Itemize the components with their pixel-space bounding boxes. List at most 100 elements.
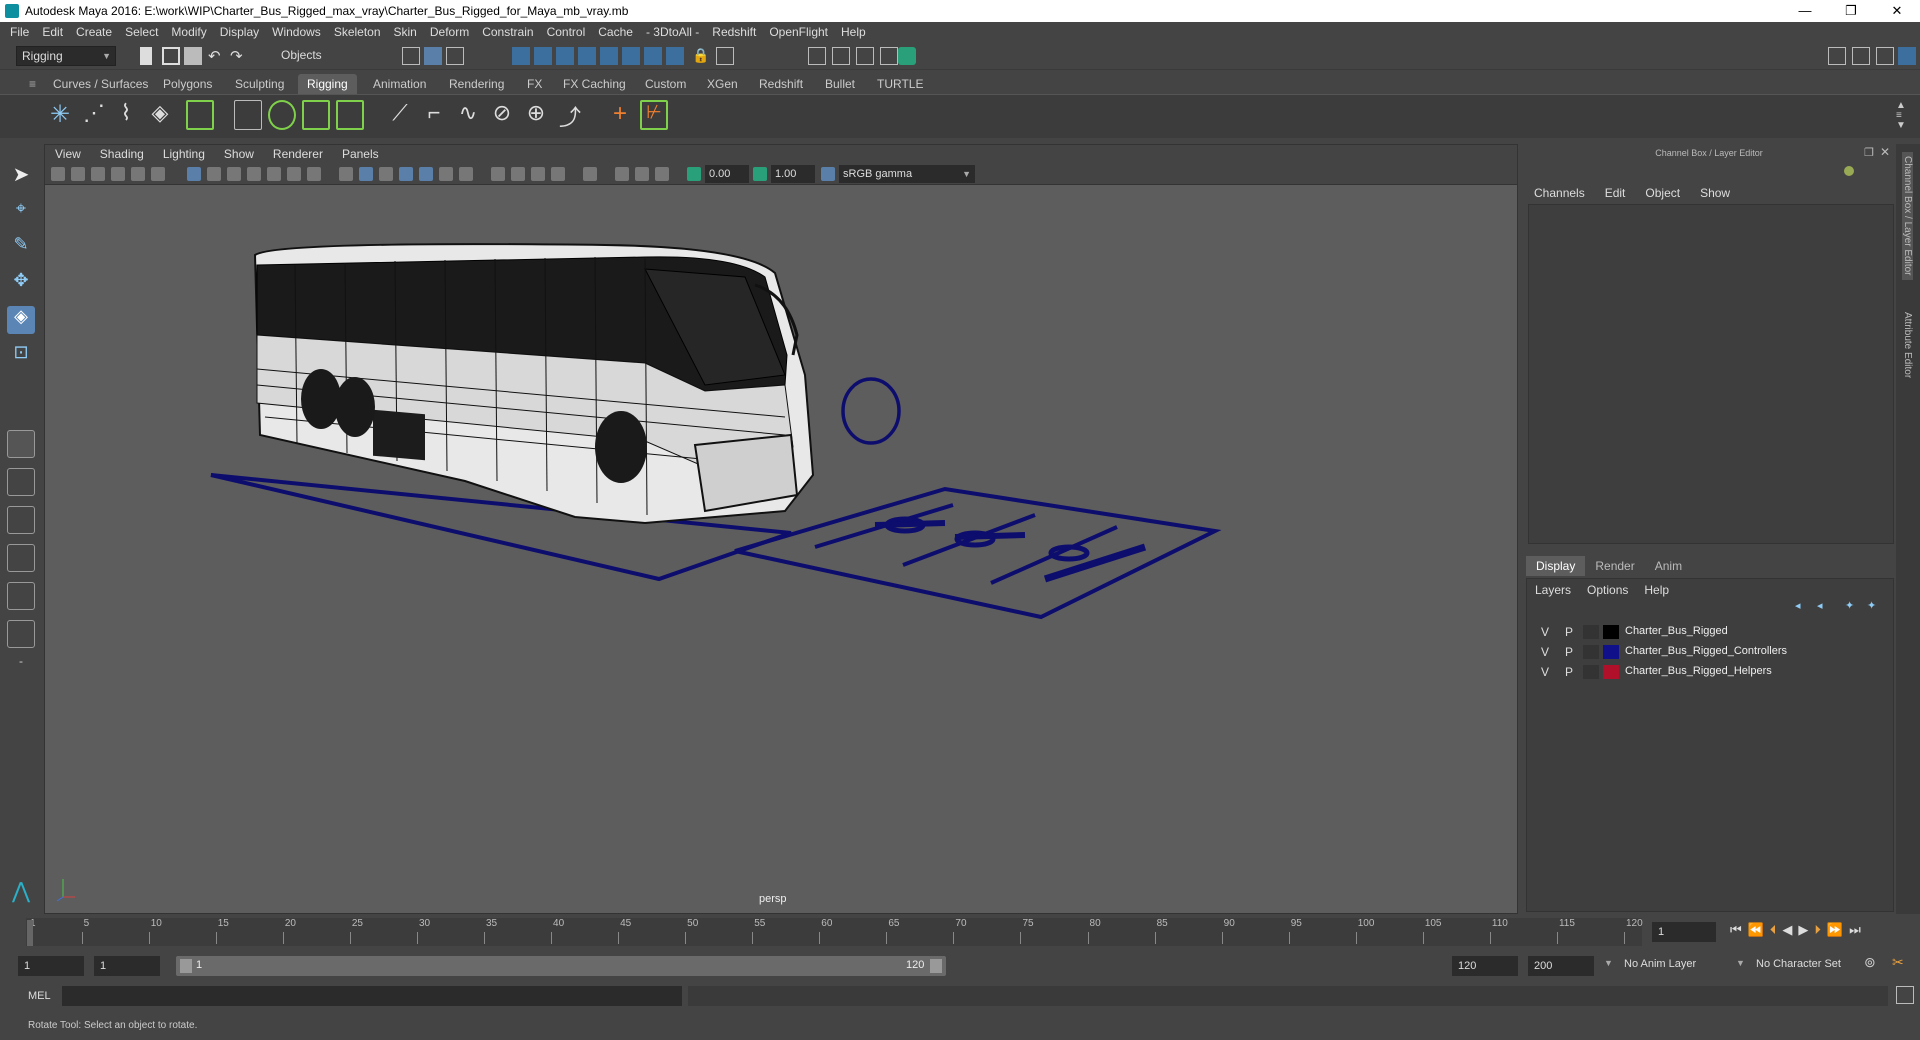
field-chart-icon[interactable]: [267, 167, 281, 181]
menu-redshift[interactable]: Redshift: [712, 25, 756, 39]
tab-xgen[interactable]: XGen: [698, 74, 747, 94]
menu-control[interactable]: Control: [547, 25, 586, 39]
safe-action-icon[interactable]: [287, 167, 301, 181]
tab-fx[interactable]: FX: [518, 74, 551, 94]
menu-skeleton[interactable]: Skeleton: [334, 25, 381, 39]
new-scene-icon[interactable]: [140, 47, 152, 65]
channel-list[interactable]: [1528, 204, 1894, 544]
parent-constraint-icon[interactable]: ⊬: [640, 100, 668, 130]
side-tab-attribute-editor[interactable]: Attribute Editor: [1902, 312, 1913, 378]
menu-constrain[interactable]: Constrain: [482, 25, 533, 39]
edit-menu[interactable]: Edit: [1605, 186, 1626, 200]
tab-sculpting[interactable]: Sculpting: [226, 74, 293, 94]
viewport-menu-shading[interactable]: Shading: [100, 147, 144, 161]
smooth-shade-icon[interactable]: [359, 167, 373, 181]
resolution-gate-icon[interactable]: [227, 167, 241, 181]
new-layer-icon[interactable]: ✦: [1845, 599, 1854, 612]
point-constraint-icon[interactable]: +: [606, 100, 634, 130]
layer-row[interactable]: V P Charter_Bus_Rigged_Helpers: [1533, 663, 1893, 681]
input-output-icon[interactable]: [716, 47, 734, 65]
go-to-end-icon[interactable]: ⏭: [1849, 922, 1861, 938]
snap-grid-icon[interactable]: [512, 47, 530, 65]
menu-cache[interactable]: Cache: [598, 25, 633, 39]
select-hierarchy-icon[interactable]: [402, 47, 420, 65]
go-to-start-icon[interactable]: ⏮: [1730, 922, 1742, 938]
layer-playback-toggle[interactable]: P: [1565, 625, 1573, 639]
persp-outliner-layout-icon[interactable]: [7, 506, 35, 534]
menu-display[interactable]: Display: [220, 25, 259, 39]
paint-select-icon[interactable]: ✎: [7, 234, 35, 262]
lasso-tool-icon[interactable]: ⌖: [7, 198, 35, 226]
layer-display-type[interactable]: [1583, 665, 1599, 679]
bind-skin-icon[interactable]: ⟋: [386, 100, 414, 130]
toggle-panel-icon[interactable]: [1852, 47, 1870, 65]
shelf-scroll-icon[interactable]: ▲ ≡ ▼: [1896, 101, 1906, 131]
depth-of-field-icon[interactable]: [551, 167, 565, 181]
menu-set-dropdown[interactable]: Rigging ▼: [16, 46, 116, 66]
camera-attributes-icon[interactable]: [71, 167, 85, 181]
move-tool-icon[interactable]: ✥: [7, 270, 35, 298]
character-set-label[interactable]: No Character Set: [1756, 958, 1841, 970]
tab-render[interactable]: Render: [1585, 556, 1644, 576]
undo-icon[interactable]: ↶: [208, 47, 226, 65]
show-menu[interactable]: Show: [1700, 186, 1730, 200]
menu-help[interactable]: Help: [841, 25, 866, 39]
render-settings-icon[interactable]: [856, 47, 874, 65]
persp-uv-layout-icon[interactable]: [7, 620, 35, 648]
layer-display-type[interactable]: [1583, 625, 1599, 639]
step-back-key-icon[interactable]: ⏪: [1748, 922, 1764, 938]
xray-joints-icon[interactable]: [419, 167, 433, 181]
layer-color-swatch[interactable]: [1603, 625, 1619, 639]
close-button[interactable]: ✕: [1874, 0, 1920, 22]
safe-title-icon[interactable]: [307, 167, 321, 181]
gate-mask-icon[interactable]: [247, 167, 261, 181]
layer-visibility-toggle[interactable]: V: [1541, 645, 1549, 659]
anim-layer-label[interactable]: No Anim Layer: [1624, 958, 1696, 970]
menu-edit[interactable]: Edit: [42, 25, 63, 39]
viewport-menu-show[interactable]: Show: [224, 147, 254, 161]
frame-selection-icon[interactable]: [655, 167, 669, 181]
menu-create[interactable]: Create: [76, 25, 112, 39]
menu-file[interactable]: File: [10, 25, 29, 39]
layer-playback-toggle[interactable]: P: [1565, 645, 1573, 659]
layout-icon[interactable]: [1876, 47, 1894, 65]
four-view-layout-icon[interactable]: [7, 468, 35, 496]
minimize-button[interactable]: —: [1782, 0, 1828, 22]
channel-box-options-icon[interactable]: [1844, 166, 1854, 176]
selection-mode-dropdown[interactable]: Objects: [276, 46, 376, 66]
ipr-render-icon[interactable]: [832, 47, 850, 65]
frame-all-icon[interactable]: [635, 167, 649, 181]
animation-start-field[interactable]: 1: [18, 956, 84, 976]
side-tab-channel-box[interactable]: Channel Box / Layer Editor: [1902, 152, 1913, 280]
single-perspective-layout-icon[interactable]: [7, 430, 35, 458]
tab-redshift[interactable]: Redshift: [750, 74, 812, 94]
viewport-menu-panels[interactable]: Panels: [342, 147, 379, 161]
layer-name[interactable]: Charter_Bus_Rigged_Helpers: [1625, 665, 1772, 677]
layer-name[interactable]: Charter_Bus_Rigged_Controllers: [1625, 645, 1787, 657]
tab-curves-surfaces[interactable]: Curves / Surfaces: [44, 74, 157, 94]
grid-toggle-icon[interactable]: [187, 167, 201, 181]
range-start-handle[interactable]: [180, 959, 192, 973]
tab-rendering[interactable]: Rendering: [440, 74, 513, 94]
render-view-icon[interactable]: [898, 47, 916, 65]
menu-3dtoall[interactable]: - 3DtoAll -: [646, 25, 699, 39]
insert-joint-icon[interactable]: ◈: [146, 100, 174, 130]
snap-surface-icon[interactable]: [600, 47, 618, 65]
wireframe-on-shaded-icon[interactable]: [379, 167, 393, 181]
playback-end-field[interactable]: 120: [1452, 956, 1518, 976]
menu-deform[interactable]: Deform: [430, 25, 469, 39]
time-ruler[interactable]: 1510152025303540455055606570758085909510…: [26, 918, 1643, 946]
ik-handle-icon[interactable]: ⋰: [80, 100, 108, 130]
command-language-label[interactable]: MEL: [28, 990, 51, 1002]
menu-openflight[interactable]: OpenFlight: [769, 25, 828, 39]
image-plane-icon[interactable]: [111, 167, 125, 181]
playback-start-field[interactable]: 1: [94, 956, 160, 976]
menu-windows[interactable]: Windows: [272, 25, 321, 39]
step-forward-frame-icon[interactable]: ⏵: [1814, 922, 1821, 938]
current-frame-field[interactable]: 1: [1652, 922, 1716, 942]
lock-icon[interactable]: 🔒: [692, 47, 710, 65]
play-backwards-icon[interactable]: ◀: [1782, 922, 1792, 938]
animation-preferences-icon[interactable]: ✂: [1892, 954, 1904, 971]
close-panel-icon[interactable]: ✕: [1880, 145, 1890, 159]
scale-tool-icon[interactable]: ⊡: [7, 342, 35, 370]
